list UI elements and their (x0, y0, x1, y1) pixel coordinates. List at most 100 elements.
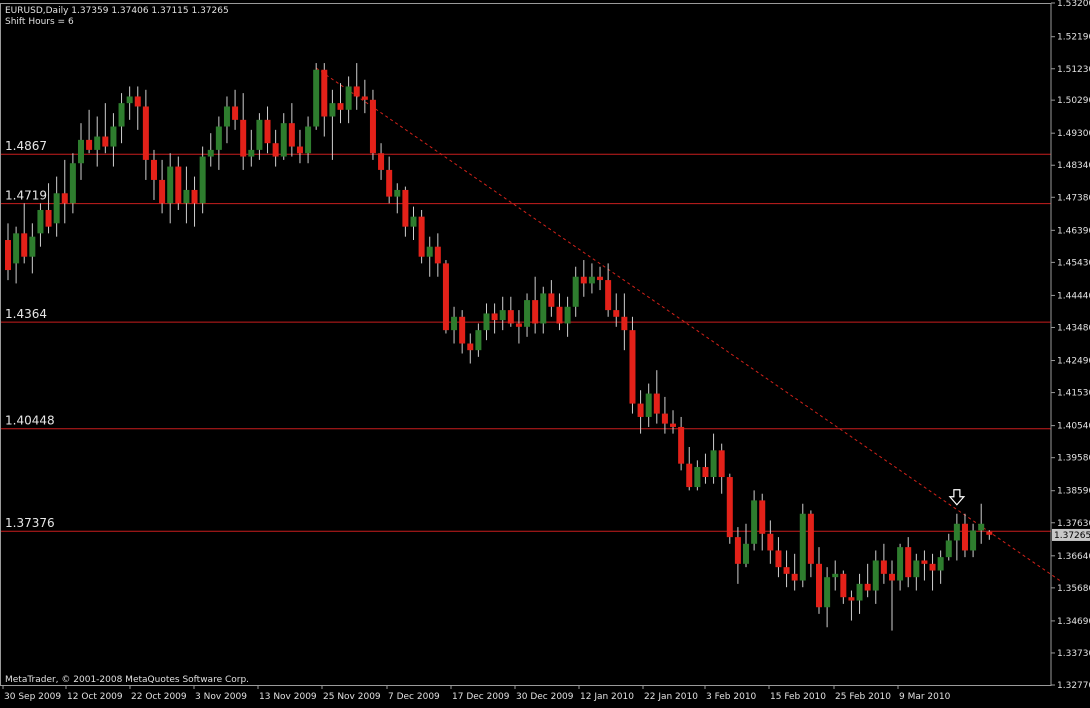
candle-body (273, 143, 279, 156)
candle-body (411, 217, 417, 227)
date-tick-label: 13 Nov 2009 (259, 692, 317, 702)
candle-body (492, 313, 498, 320)
candle-body (443, 263, 449, 330)
candle-body (970, 530, 976, 550)
price-tick-label: 1.32770 (1057, 681, 1090, 691)
candle-body (70, 163, 76, 203)
candlestick-chart[interactable]: 1.532001.521901.512301.502901.493001.483… (0, 0, 1090, 704)
candle-body (427, 247, 433, 257)
candle-body (467, 343, 473, 350)
candle-body (719, 450, 725, 477)
candle-body (265, 120, 271, 143)
price-tick-label: 1.45430 (1057, 258, 1090, 268)
candle-body (857, 584, 863, 601)
candle-body (548, 293, 554, 306)
chart-canvas[interactable]: 1.532001.521901.512301.502901.493001.483… (0, 0, 1090, 704)
price-tick-label: 1.51230 (1057, 65, 1090, 75)
price-tick-label: 1.44440 (1057, 291, 1090, 301)
candle-body (954, 524, 960, 541)
candle-body (670, 424, 676, 427)
date-tick-label: 17 Dec 2009 (452, 692, 510, 702)
candle-body (938, 557, 944, 570)
date-tick-label: 30 Sep 2009 (4, 692, 61, 702)
candle-body (13, 233, 19, 263)
candle-body (110, 127, 116, 147)
candle-body (402, 190, 408, 227)
candle-body (5, 240, 11, 270)
candle-body (483, 313, 489, 330)
candle-body (29, 237, 35, 257)
candle-body (873, 560, 879, 590)
candle-body (613, 310, 619, 317)
date-tick-label: 12 Jan 2010 (580, 692, 634, 702)
candle-body (816, 564, 822, 607)
candle-body (346, 86, 352, 109)
candle-body (167, 167, 173, 204)
current-price-label: 1.37265 (1054, 531, 1090, 541)
candle-body (159, 180, 165, 203)
candle-body (208, 150, 214, 157)
price-tick-label: 1.36640 (1057, 552, 1090, 562)
candle-body (435, 247, 441, 264)
candle-body (946, 540, 952, 557)
candle-body (792, 574, 798, 581)
candle-body (581, 277, 587, 284)
candle (313, 63, 319, 130)
shift-hours-label: Shift Hours = 6 (5, 17, 74, 27)
candle-body (232, 106, 238, 119)
candle-body (313, 70, 319, 127)
candle-body (394, 190, 400, 197)
candle (443, 260, 449, 333)
price-tick-label: 1.47380 (1057, 193, 1090, 203)
date-tick-label: 15 Feb 2010 (770, 692, 826, 702)
candle-body (532, 300, 538, 323)
candle-body (46, 210, 52, 227)
candle-body (775, 550, 781, 567)
candle-body (881, 560, 887, 573)
candle-body (702, 467, 708, 477)
price-tick-label: 1.37630 (1057, 519, 1090, 529)
candle-body (921, 560, 927, 563)
date-tick-label: 9 Mar 2010 (899, 692, 951, 702)
candle-body (678, 427, 684, 464)
candle-body (524, 300, 530, 327)
chart-background (0, 0, 1090, 704)
candle-body (54, 193, 60, 223)
candle (800, 504, 806, 587)
candle-body (751, 500, 757, 543)
price-tick-label: 1.38590 (1057, 487, 1090, 497)
price-tick-label: 1.49300 (1057, 129, 1090, 139)
candle-body (848, 597, 854, 600)
date-tick-label: 3 Nov 2009 (195, 692, 247, 702)
candle-body (175, 167, 181, 204)
price-tick-label: 1.40540 (1057, 422, 1090, 432)
candle-body (183, 190, 189, 203)
candle (727, 474, 733, 544)
level-label: 1.4364 (5, 307, 47, 321)
price-tick-label: 1.43480 (1057, 323, 1090, 333)
candle-body (475, 330, 481, 350)
price-tick-label: 1.34690 (1057, 617, 1090, 627)
candle-body (305, 127, 311, 154)
date-tick-label: 25 Feb 2010 (835, 692, 891, 702)
candle-body (459, 317, 465, 344)
candle-body (37, 210, 43, 233)
candle-body (151, 160, 157, 180)
candle-body (727, 477, 733, 537)
date-tick-label: 3 Feb 2010 (706, 692, 757, 702)
candle-body (62, 193, 68, 203)
candle-body (329, 103, 335, 116)
candle-body (597, 277, 603, 280)
candle-body (362, 96, 368, 99)
candle-body (930, 564, 936, 571)
candle-body (78, 140, 84, 163)
candle-body (686, 464, 692, 487)
candle-body (638, 404, 644, 417)
price-tick-label: 1.50290 (1057, 96, 1090, 106)
price-tick-label: 1.46390 (1057, 226, 1090, 236)
candle-body (143, 106, 149, 159)
candle-body (889, 574, 895, 581)
candle-body (605, 280, 611, 310)
candle-body (516, 323, 522, 326)
candle-body (135, 96, 141, 106)
